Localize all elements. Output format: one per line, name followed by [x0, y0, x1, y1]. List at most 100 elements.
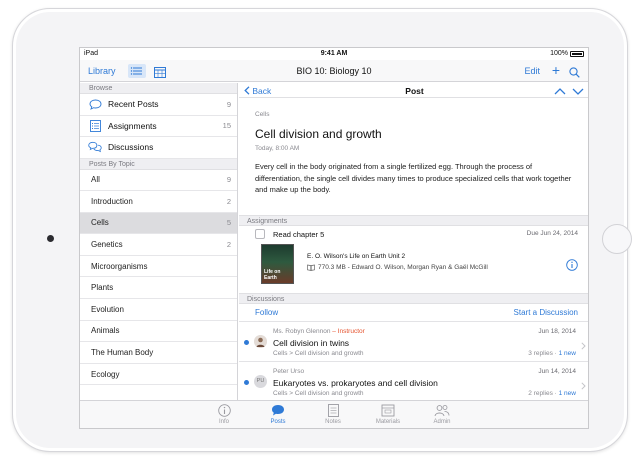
topic-count: 5 [226, 218, 231, 228]
discussion-title: Eukaryotes vs. prokaryotes and cell divi… [273, 378, 438, 388]
tab-materials[interactable]: Materials [368, 404, 408, 425]
book-cover-image[interactable]: Life on Earth [261, 244, 294, 284]
tab-label: Posts [270, 419, 286, 425]
topic-plants[interactable]: Plants [80, 277, 237, 300]
chevron-down-icon[interactable] [572, 84, 584, 102]
discussion-path: Cells > Cell division and growth [273, 390, 364, 397]
edit-button[interactable]: Edit [524, 66, 540, 76]
discussions-icon [88, 141, 102, 153]
topic-label: Introduction [91, 196, 133, 206]
start-discussion-button[interactable]: Start a Discussion [514, 308, 578, 317]
tab-info[interactable]: Info [204, 404, 244, 425]
topic-label: Microorganisms [91, 261, 148, 271]
topic-all[interactable]: All 9 [80, 170, 237, 192]
home-button[interactable] [602, 224, 632, 254]
sidebar-item-recent-posts[interactable]: Recent Posts 9 [80, 94, 237, 116]
topic-count: 9 [226, 175, 231, 185]
sidebar-item-label: Assignments [108, 120, 157, 131]
tab-label: Admin [433, 419, 451, 425]
topic-count: 2 [226, 196, 231, 206]
posts-icon [258, 404, 298, 417]
sidebar: Browse Recent Posts 9 Assignments 15 Dis… [80, 83, 238, 400]
topic-introduction[interactable]: Introduction 2 [80, 191, 237, 213]
sidebar-item-assignments[interactable]: Assignments 15 [80, 116, 237, 137]
tab-notes[interactable]: Notes [313, 404, 353, 425]
materials-icon [368, 404, 408, 417]
chevron-right-icon [581, 377, 586, 395]
assignment-checkbox[interactable] [255, 229, 265, 239]
info-icon[interactable] [566, 258, 578, 276]
front-camera [47, 235, 54, 242]
post-detail: Back Post Cells Cell division and growth… [239, 83, 588, 401]
topic-microorganisms[interactable]: Microorganisms [80, 256, 237, 278]
plus-icon[interactable]: + [552, 62, 560, 78]
battery-percent: 100% [550, 50, 568, 57]
assignment-due-date: Due Jun 24, 2014 [526, 230, 578, 237]
unread-dot [244, 380, 249, 385]
discussion-replies: 3 replies · 1 new [528, 350, 576, 357]
book-cover-title: Life on Earth [264, 269, 281, 281]
topic-evolution[interactable]: Evolution [80, 299, 237, 321]
post-header-title: Post [405, 86, 424, 96]
avatar [254, 335, 267, 348]
instructor-badge: – Instructor [332, 328, 365, 335]
chevron-up-icon[interactable] [554, 84, 566, 102]
info-icon [204, 404, 244, 417]
sidebar-item-label: Recent Posts [108, 99, 159, 110]
screen: iPad 9:41 AM 100% Library BIO 10: Biolog… [79, 47, 589, 429]
assignment-title[interactable]: Read chapter 5 [273, 230, 324, 239]
topics-header: Posts By Topic [80, 158, 237, 170]
assignment-icon [88, 119, 102, 132]
topic-label: Genetics [91, 240, 123, 250]
tab-label: Materials [375, 419, 401, 425]
post-category: Cells [255, 111, 270, 118]
search-icon[interactable] [569, 65, 580, 83]
topic-label: Plants [91, 283, 114, 293]
book-meta: 770.3 MB - Edward O. Wilson, Morgan Ryan… [307, 264, 488, 271]
book-icon [307, 264, 315, 271]
topic-ecology[interactable]: Ecology [80, 364, 237, 386]
sidebar-item-discussions[interactable]: Discussions [80, 137, 237, 159]
tab-admin[interactable]: Admin [422, 404, 462, 425]
discussion-author: Peter Urso [273, 368, 305, 375]
status-bar: iPad 9:41 AM 100% [80, 48, 588, 60]
book-title[interactable]: E. O. Wilson's Life on Earth Unit 2 [307, 253, 405, 260]
browse-header: Browse [80, 83, 237, 94]
topic-label: Evolution [91, 304, 124, 314]
discussion-replies: 2 replies · 1 new [528, 390, 576, 397]
topic-label: Ecology [91, 369, 120, 379]
discussion-title: Cell division in twins [273, 338, 350, 348]
battery-indicator: 100% [550, 50, 584, 57]
discussion-row[interactable]: PU Peter Urso Eukaryotes vs. prokaryotes… [239, 361, 588, 401]
topic-label: Cells [91, 218, 109, 228]
discussion-path: Cells > Cell division and growth [273, 350, 364, 357]
post-title: Cell division and growth [255, 127, 382, 141]
follow-button[interactable]: Follow [255, 308, 278, 317]
topic-the-human-body[interactable]: The Human Body [80, 342, 237, 364]
course-title: BIO 10: Biology 10 [296, 66, 372, 76]
discussion-date: Jun 18, 2014 [538, 328, 576, 335]
assignments-header: Assignments [239, 215, 588, 226]
tab-label: Info [218, 419, 229, 425]
unread-dot [244, 340, 249, 345]
topic-cells[interactable]: Cells 5 [80, 212, 237, 235]
admin-icon [422, 404, 462, 417]
discussions-header: Discussions [239, 293, 588, 304]
post-header: Back Post [239, 83, 588, 98]
battery-icon [570, 50, 584, 57]
topic-animals[interactable]: Animals [80, 321, 237, 343]
tab-posts[interactable]: Posts [258, 404, 298, 425]
notes-icon [313, 404, 353, 417]
post-date: Today, 8:00 AM [255, 145, 300, 152]
discussion-row[interactable]: Ms. Robyn Glennon – Instructor Cell divi… [239, 321, 588, 361]
topic-label: The Human Body [91, 348, 154, 358]
topic-genetics[interactable]: Genetics 2 [80, 234, 237, 256]
clock: 9:41 AM [320, 50, 348, 57]
navigation-bar: Library BIO 10: Biology 10 Edit + [80, 60, 588, 82]
book-meta-text: 770.3 MB - Edward O. Wilson, Morgan Ryan… [318, 264, 488, 271]
sidebar-item-label: Discussions [108, 142, 154, 153]
sidebar-item-count: 9 [226, 99, 231, 109]
topic-label: Animals [91, 326, 120, 336]
post-body: Every cell in the body originated from a… [255, 162, 572, 194]
speech-bubble-icon [88, 99, 102, 110]
